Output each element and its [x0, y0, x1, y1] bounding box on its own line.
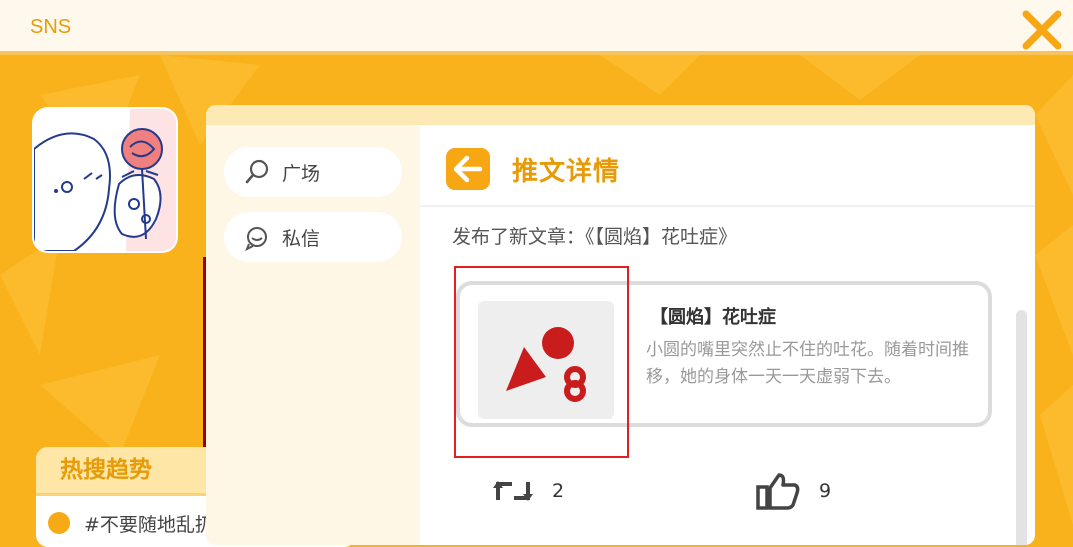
nav-label-messages: 私信 — [282, 227, 321, 250]
app-title: SNS — [30, 16, 72, 38]
repost-button[interactable]: 2 — [492, 476, 564, 506]
nav-item-plaza[interactable]: 广场 — [224, 147, 402, 197]
divider — [420, 205, 1035, 207]
scrollbar[interactable] — [1016, 310, 1027, 545]
article-card[interactable]: 【圆焰】花吐症 小圆的嘴里突然止不住的吐花。随着时间推移，她的身体一天一天虚弱下… — [456, 281, 992, 427]
avatar[interactable] — [34, 109, 176, 251]
close-icon — [1022, 10, 1062, 50]
repost-count: 2 — [552, 480, 565, 502]
back-button[interactable] — [446, 148, 490, 190]
article-title: 【圆焰】花吐症 — [650, 307, 776, 328]
ao3-thumbnail-icon — [506, 327, 586, 402]
page-title: 推文详情 — [512, 156, 621, 187]
post-text: 发布了新文章：《【圆焰】花吐症》 — [452, 226, 738, 248]
repost-icon — [493, 481, 533, 501]
like-button[interactable]: 9 — [755, 471, 831, 511]
chat-bubble-icon — [245, 227, 267, 252]
nav-item-messages[interactable]: 私信 — [224, 212, 402, 262]
detail-header: 推文详情 — [446, 147, 620, 191]
main-panel: 广场 私信 推文详情 发布了新文章：《【圆焰】花吐症》 【圆焰】花吐症 小圆的嘴… — [206, 105, 1035, 545]
search-icon — [245, 159, 269, 184]
panel-topbar — [206, 105, 1035, 125]
title-bar: SNS — [0, 0, 1073, 55]
article-summary: 小圆的嘴里突然止不住的吐花。随着时间推移，她的身体一天一天虚弱下去。 — [646, 340, 969, 387]
thumbs-up-icon — [756, 473, 800, 510]
nav-label-plaza: 广场 — [282, 162, 321, 185]
avatar-illustration — [34, 109, 176, 251]
article-thumbnail — [478, 301, 614, 419]
like-count: 9 — [819, 480, 832, 502]
close-button[interactable] — [1020, 10, 1064, 50]
arrow-left-icon — [453, 155, 483, 183]
bullet-icon — [48, 512, 70, 534]
